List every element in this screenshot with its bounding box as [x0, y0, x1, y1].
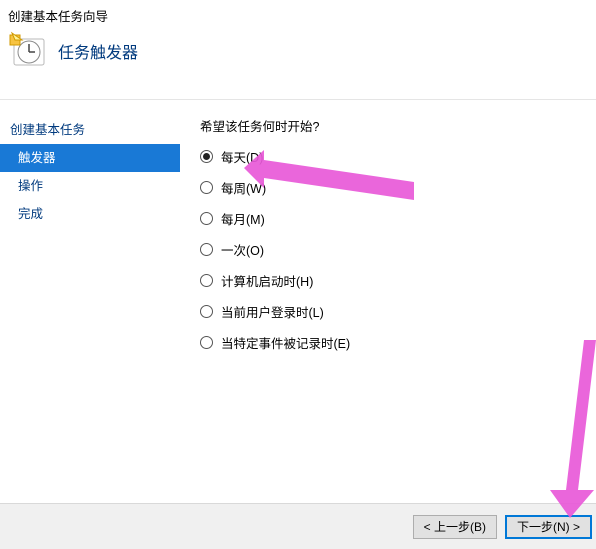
option-label: 计算机启动时(H): [221, 271, 313, 290]
radio-icon: [200, 212, 213, 225]
option-on-logon[interactable]: 当前用户登录时(L): [200, 302, 586, 321]
sidebar-item-finish[interactable]: 完成: [0, 200, 180, 228]
radio-icon: [200, 305, 213, 318]
radio-icon: [200, 243, 213, 256]
wizard-footer: < 上一步(B) 下一步(N) >: [0, 503, 596, 549]
window-title: 创建基本任务向导: [8, 6, 588, 25]
option-label: 当前用户登录时(L): [221, 302, 324, 321]
option-on-event[interactable]: 当特定事件被记录时(E): [200, 333, 586, 352]
next-button[interactable]: 下一步(N) >: [505, 515, 592, 539]
radio-icon: [200, 336, 213, 349]
option-label: 每月(M): [221, 209, 265, 228]
wizard-header: 创建基本任务向导 任务触发器: [0, 0, 596, 100]
radio-icon: [200, 181, 213, 194]
trigger-question: 希望该任务何时开始?: [200, 116, 586, 135]
sidebar-item-action[interactable]: 操作: [0, 172, 180, 200]
section-title: 任务触发器: [58, 39, 138, 63]
option-label: 当特定事件被记录时(E): [221, 333, 350, 352]
option-label: 一次(O): [221, 240, 264, 259]
option-once[interactable]: 一次(O): [200, 240, 586, 259]
wizard-steps-sidebar: 创建基本任务 触发器 操作 完成: [0, 112, 180, 501]
option-monthly[interactable]: 每月(M): [200, 209, 586, 228]
back-button[interactable]: < 上一步(B): [413, 515, 497, 539]
wizard-step-icon: [8, 31, 48, 71]
radio-icon: [200, 150, 213, 163]
radio-icon: [200, 274, 213, 287]
sidebar-item-create-task[interactable]: 创建基本任务: [0, 116, 180, 144]
wizard-main-panel: 希望该任务何时开始? 每天(D) 每周(W) 每月(M) 一次(O) 计算机启动…: [180, 112, 596, 501]
option-label: 每天(D): [221, 147, 263, 166]
option-on-startup[interactable]: 计算机启动时(H): [200, 271, 586, 290]
option-daily[interactable]: 每天(D): [200, 147, 586, 166]
option-weekly[interactable]: 每周(W): [200, 178, 586, 197]
sidebar-item-trigger[interactable]: 触发器: [0, 144, 180, 172]
option-label: 每周(W): [221, 178, 266, 197]
